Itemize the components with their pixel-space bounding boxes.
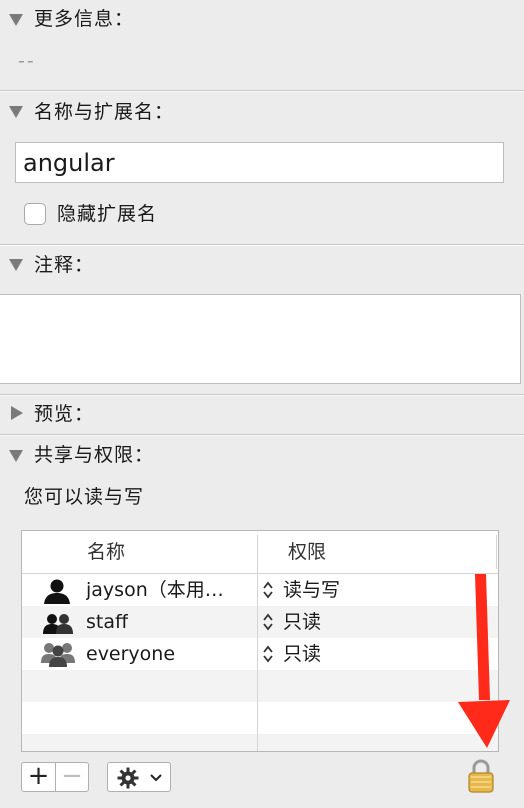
section-title-comments: 注释： — [34, 254, 95, 276]
up-down-chevron-icon[interactable] — [262, 580, 274, 600]
action-menu-button[interactable] — [107, 762, 171, 792]
disclosure-triangle-sharing[interactable] — [9, 450, 23, 462]
divider — [0, 245, 524, 246]
hide-extension-label: 隐藏扩展名 — [57, 203, 158, 225]
up-down-chevron-icon[interactable] — [262, 644, 274, 664]
row-privilege[interactable]: 只读 — [283, 638, 321, 670]
column-separator — [257, 535, 258, 751]
more-info-value: -- — [18, 50, 36, 72]
disclosure-triangle-comments[interactable] — [9, 259, 23, 271]
column-header-name[interactable]: 名称 — [87, 531, 125, 573]
hide-extension-checkbox[interactable] — [24, 203, 46, 225]
table-row-empty — [22, 702, 498, 734]
annotation-arrow-icon — [458, 574, 510, 748]
row-name: staff — [86, 611, 129, 633]
permissions-table: 名称 权限 jayson（本用… 读与写 staff 只读 everyone 只… — [21, 530, 499, 752]
divider — [0, 91, 524, 92]
row-privilege[interactable]: 只读 — [283, 606, 321, 638]
single-user-icon — [42, 578, 72, 608]
remove-button[interactable]: − — [56, 762, 88, 792]
disclosure-triangle-preview[interactable] — [11, 406, 23, 420]
sharing-summary: 您可以读与写 — [24, 486, 145, 508]
group-users-icon — [42, 612, 74, 638]
row-name: everyone — [86, 643, 176, 665]
comments-textarea[interactable] — [0, 294, 521, 384]
section-title-preview: 预览： — [34, 403, 95, 425]
divider — [0, 395, 524, 396]
header-edge — [496, 535, 497, 569]
chevron-down-icon — [150, 774, 162, 782]
up-down-chevron-icon[interactable] — [262, 612, 274, 632]
add-button[interactable]: + — [22, 762, 55, 792]
lock-icon[interactable] — [466, 758, 496, 794]
table-row-empty — [22, 670, 498, 702]
name-field-value: angular — [23, 149, 115, 177]
table-row-empty — [22, 734, 498, 751]
everyone-users-icon — [40, 641, 76, 671]
section-title-name-ext: 名称与扩展名： — [34, 101, 175, 123]
section-title-sharing: 共享与权限： — [34, 444, 155, 466]
section-title-more-info: 更多信息： — [34, 8, 135, 30]
row-name: jayson（本用… — [86, 579, 224, 601]
disclosure-triangle-more-info[interactable] — [9, 14, 23, 26]
column-header-privilege[interactable]: 权限 — [288, 531, 326, 573]
gear-icon — [117, 767, 139, 789]
row-privilege[interactable]: 读与写 — [283, 574, 340, 606]
divider — [0, 435, 524, 436]
name-field[interactable]: angular — [15, 142, 504, 183]
disclosure-triangle-name-ext[interactable] — [9, 106, 23, 118]
